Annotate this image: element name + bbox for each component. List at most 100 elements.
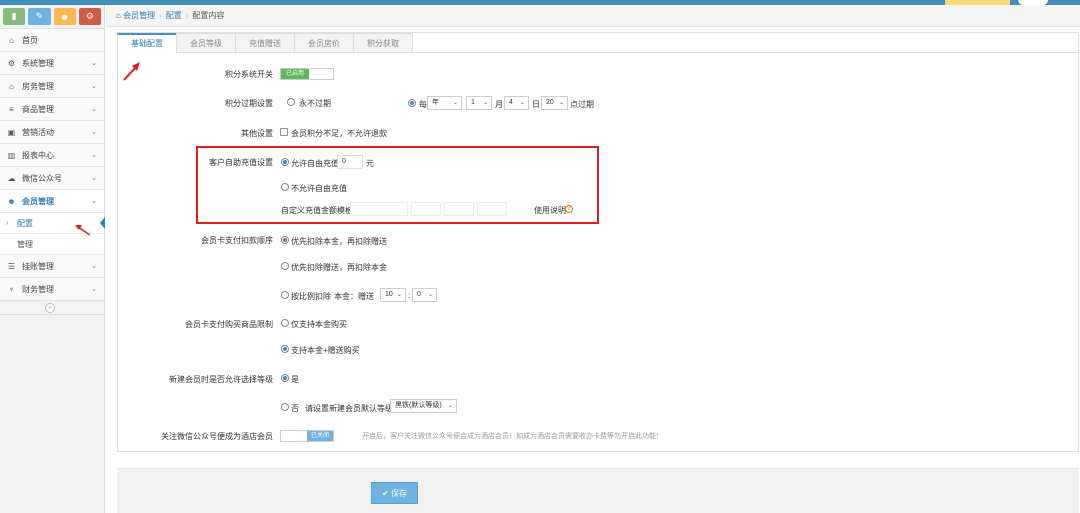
template-input-4[interactable] xyxy=(477,202,507,216)
sidebar-item-label: 房务管理 xyxy=(22,82,54,91)
home-icon: ⌂ xyxy=(116,11,121,20)
question-icon[interactable]: ? xyxy=(565,205,573,213)
gift-icon: ▣ xyxy=(7,128,16,137)
breadcrumb-home[interactable]: 会员管理 xyxy=(123,11,155,20)
breadcrumb-current: 配置内容 xyxy=(192,11,225,20)
allow-level-yes-radio[interactable] xyxy=(281,374,289,382)
select-value: 0 xyxy=(417,291,421,298)
chevron-down-icon: ⌄ xyxy=(558,100,564,106)
sidebar-item-rooms[interactable]: ⌂ 房务管理 ⌄ xyxy=(0,75,104,98)
expiry-unit-select[interactable]: 年 ⌄ xyxy=(427,96,462,110)
tab-basic-config[interactable]: 基础配置 xyxy=(117,33,177,53)
bonus-first-radio[interactable] xyxy=(281,262,289,270)
principal-only-label: 仅支持本金购买 xyxy=(291,320,347,329)
ratio-radio[interactable] xyxy=(281,291,289,299)
new-member-level-label: 新建会员时是否允许选择等级 xyxy=(169,375,273,384)
principal-first-radio[interactable] xyxy=(281,236,289,244)
chevron-down-icon: ⌄ xyxy=(91,263,97,270)
chevron-down-icon: ⌄ xyxy=(519,100,525,106)
chevron-down-icon: ⌄ xyxy=(482,100,488,106)
expiry-num1-select[interactable]: 1 ⌄ xyxy=(466,96,492,110)
chevron-down-icon: ⌄ xyxy=(447,403,453,409)
template-input-2[interactable] xyxy=(411,202,441,216)
sidebar-item-credit[interactable]: ☰ 挂账管理 ⌄ xyxy=(0,255,104,278)
cogs-icon[interactable]: ⚙ xyxy=(78,8,101,25)
never-expire-radio[interactable] xyxy=(287,98,295,106)
help-link[interactable]: 使用说明 xyxy=(534,205,566,216)
no-refund-checkbox[interactable] xyxy=(280,128,288,136)
recharge-template-label: 自定义充值金额模板 xyxy=(281,206,353,215)
chevron-down-icon: ⌄ xyxy=(396,292,402,298)
chevron-down-icon: ⌄ xyxy=(91,129,97,136)
deny-recharge-radio[interactable] xyxy=(281,183,289,191)
sidebar-item-marketing[interactable]: ▣ 营销活动 ⌄ xyxy=(0,121,104,144)
toggle-state: 已启用 xyxy=(281,69,309,79)
save-label: 保存 xyxy=(390,489,407,498)
gear-icon: ⚙ xyxy=(7,59,16,68)
self-recharge-label: 客户自助充值设置 xyxy=(209,158,273,167)
chevron-down-icon: ⌄ xyxy=(91,198,97,205)
allow-recharge-label: 允许自由充值 xyxy=(291,159,339,168)
template-input-3[interactable] xyxy=(444,202,474,216)
breadcrumb: ⌂ 会员管理 › 配置 › 配置内容 xyxy=(106,5,1080,27)
group-icon: ☻ xyxy=(7,197,16,206)
annotation-arrow-icon xyxy=(75,225,91,236)
follow-wechat-toggle[interactable]: 已关闭 xyxy=(280,430,334,442)
users-icon[interactable]: ☻ xyxy=(53,8,76,25)
ratio-principal-select[interactable]: 10 ⌄ xyxy=(380,288,406,302)
sidebar-item-label: 系统管理 xyxy=(22,59,54,68)
tab-points-earning[interactable]: 积分获取 xyxy=(353,33,413,53)
card-pay-order-label: 会员卡支付扣款顺序 xyxy=(201,236,273,245)
tab-recharge-bonus[interactable]: 充值赠送 xyxy=(235,33,295,53)
caret-right-icon: › xyxy=(6,220,9,227)
principal-first-label: 优先扣除本金，再扣除赠送 xyxy=(291,237,387,246)
default-level-select[interactable]: 黑铁(默认等级) ⌄ xyxy=(390,399,457,413)
home-icon: ⌂ xyxy=(9,36,14,45)
form-actions xyxy=(117,468,1079,513)
recharge-amount-input[interactable]: 0 xyxy=(337,155,363,169)
tab-member-rates[interactable]: 会员房价 xyxy=(294,33,354,53)
chevron-down-icon: ⌄ xyxy=(91,106,97,113)
chevron-down-icon: ⌄ xyxy=(91,175,97,182)
each-label: 每 xyxy=(419,100,427,109)
double-angle-left-icon[interactable]: « xyxy=(45,303,55,313)
sidebar-item-wechat[interactable]: ☁ 微信公众号 ⌄ xyxy=(0,167,104,190)
sidebar-shortcuts: ▮ ✎ ☻ ⚙ xyxy=(0,5,104,29)
breadcrumb-separator: › xyxy=(185,11,189,20)
bonus-first-label: 优先扣除赠送，再扣除本金 xyxy=(291,263,387,272)
sidebar-item-reports[interactable]: ▥ 报表中心 ⌄ xyxy=(0,144,104,167)
chevron-down-icon: ⌄ xyxy=(91,83,97,90)
check-icon: ✔ xyxy=(382,489,391,498)
sidebar-item-home[interactable]: ⌂ 首页 xyxy=(0,29,104,52)
allow-recharge-radio[interactable] xyxy=(281,158,289,166)
principal-only-radio[interactable] xyxy=(281,319,289,327)
database-icon: ≡ xyxy=(9,105,14,114)
expiry-day-select[interactable]: 20 ⌄ xyxy=(541,96,568,110)
follow-wechat-hint: 开启后，客户关注微信公众号便会成为酒店会员！如成为酒店会员需要收办卡费等勿开启此… xyxy=(362,433,663,440)
pencil-icon[interactable]: ✎ xyxy=(28,8,51,25)
signal-icon[interactable]: ▮ xyxy=(3,8,26,25)
sidebar-item-members[interactable]: ☻ 会员管理 ⌄ xyxy=(0,190,104,213)
principal-bonus-radio[interactable] xyxy=(281,345,289,353)
sidebar-item-goods[interactable]: ≡ 商品管理 ⌄ xyxy=(0,98,104,121)
ratio-bonus-select[interactable]: 0 ⌄ xyxy=(412,288,437,302)
tab-member-levels[interactable]: 会员等级 xyxy=(176,33,236,53)
chevron-down-icon: ⌄ xyxy=(452,100,458,106)
sidebar-item-system[interactable]: ⚙ 系统管理 ⌄ xyxy=(0,52,104,75)
toggle-state: 已关闭 xyxy=(307,431,333,441)
template-input-1[interactable] xyxy=(350,202,408,216)
sidebar: ▮ ✎ ☻ ⚙ ⌂ 首页 ⚙ 系统管理 ⌄ ⌂ 房务管理 ⌄ ≡ 商品管理 ⌄ ▣ 营销活动 ⌄ … xyxy=(0,5,105,513)
sidebar-item-finance[interactable]: ♆ 财务管理 ⌄ xyxy=(0,278,104,301)
expiry-month-select[interactable]: 4 ⌄ xyxy=(504,96,529,110)
chevron-down-icon: ⌄ xyxy=(91,60,97,67)
sidebar-item-label: 微信公众号 xyxy=(22,174,62,183)
breadcrumb-parent[interactable]: 配置 xyxy=(166,11,182,20)
no-refund-label: 会员积分不足，不允许退款 xyxy=(291,129,387,138)
allow-level-no-radio[interactable] xyxy=(281,403,289,411)
periodic-expire-radio[interactable] xyxy=(408,99,416,107)
points-expiry-label: 积分过期设置 xyxy=(225,99,273,108)
sidebar-item-label: 营销活动 xyxy=(22,128,54,137)
save-button[interactable]: ✔ 保存 xyxy=(371,482,418,504)
points-switch-toggle[interactable]: 已启用 xyxy=(280,68,334,80)
expire-suffix-label: 点过期 xyxy=(570,100,594,109)
